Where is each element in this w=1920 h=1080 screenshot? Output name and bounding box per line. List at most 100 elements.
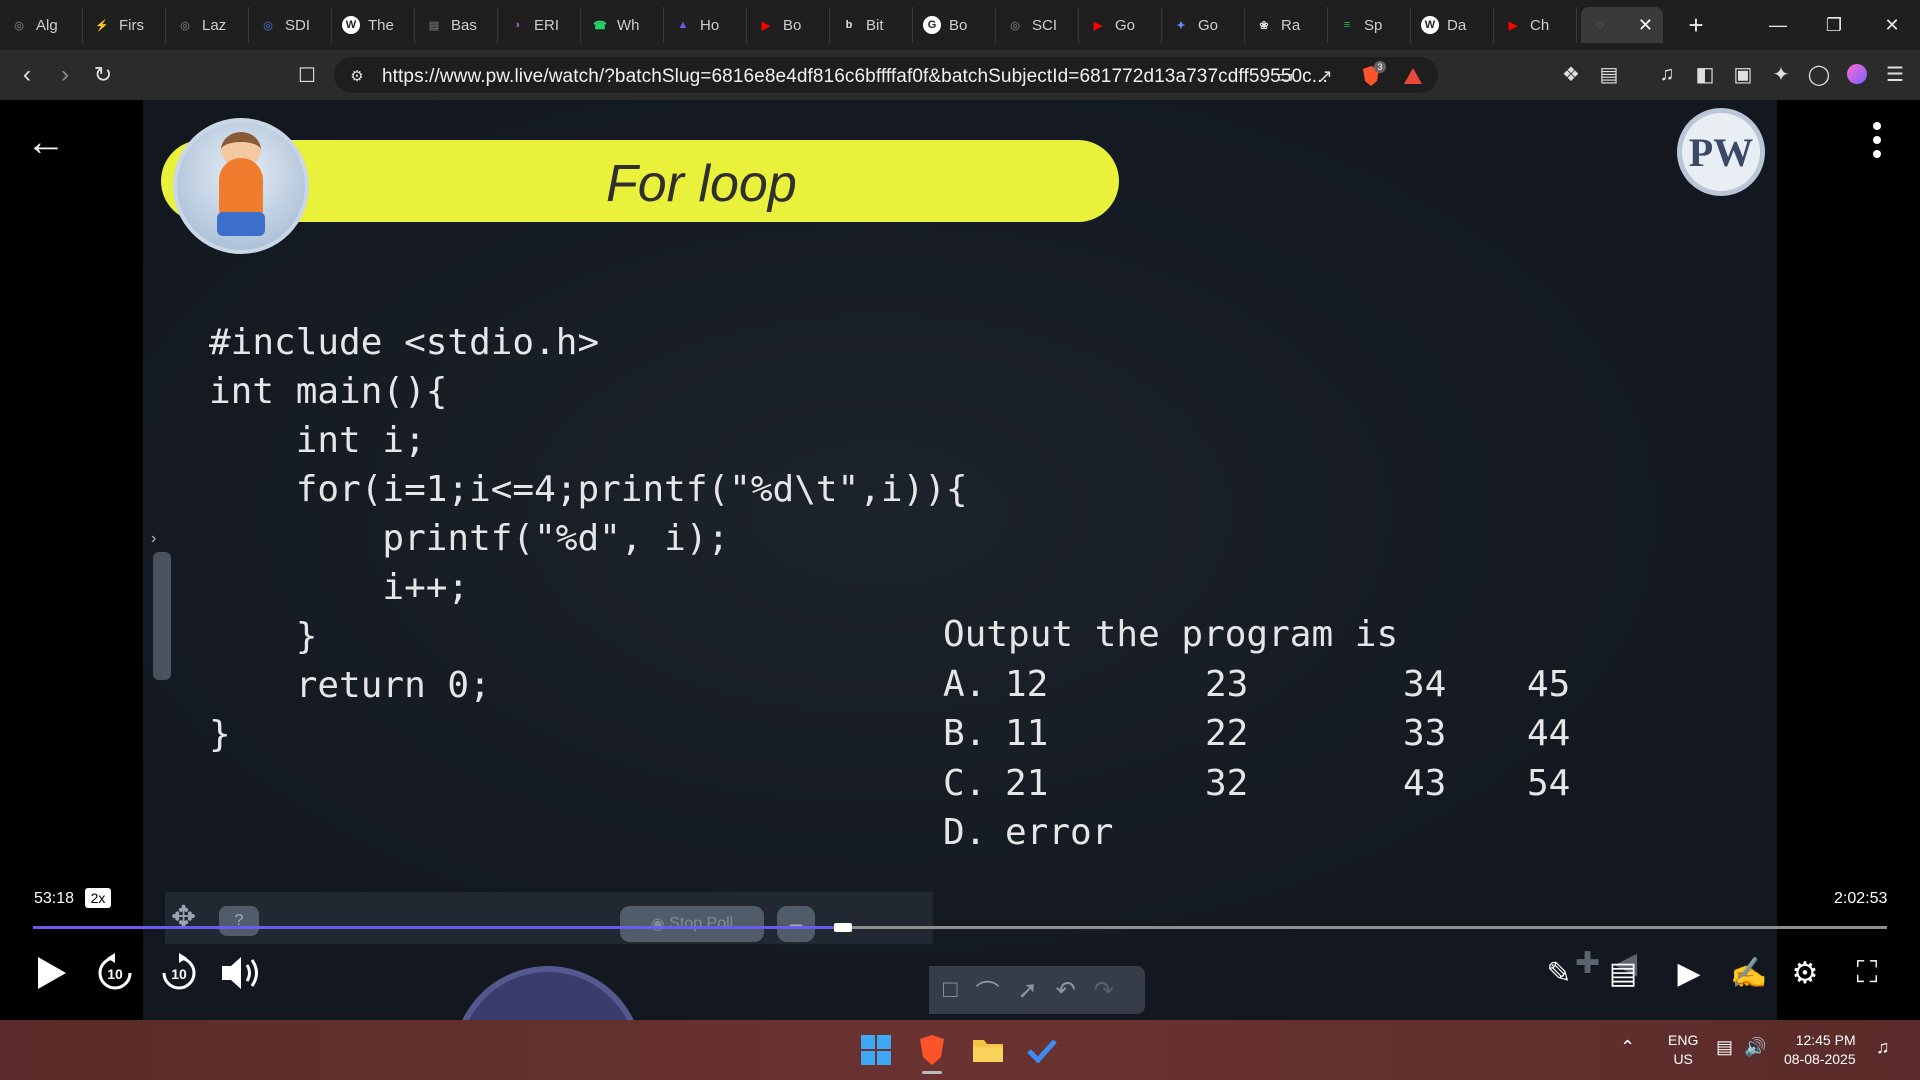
video-player[interactable]: For loop PW #include <stdio.h> int main()… xyxy=(0,100,1920,1020)
gemini-icon: ✦ xyxy=(1176,19,1186,32)
total-time: 2:02:53 xyxy=(1834,890,1888,907)
browser-tab[interactable]: ▶ Bo xyxy=(747,7,830,43)
option-label: C. xyxy=(943,762,987,804)
option-value: 45 xyxy=(1527,663,1571,705)
brave-browser-icon[interactable] xyxy=(914,1032,950,1068)
back-button[interactable]: ‹ xyxy=(12,60,42,90)
progress-bar[interactable] xyxy=(33,923,1887,932)
file-explorer-icon[interactable] xyxy=(970,1032,1006,1068)
slides-icon[interactable]: ▶ xyxy=(1668,952,1710,994)
browser-tab[interactable]: ▤ Bas xyxy=(415,7,498,43)
extensions-icon[interactable]: ❖ xyxy=(1558,61,1584,87)
browser-tab[interactable]: ☎ Wh xyxy=(581,7,664,43)
menu-icon[interactable]: ☰ xyxy=(1882,61,1908,87)
browser-tab[interactable]: ≡ Sp xyxy=(1328,7,1411,43)
language-indicator[interactable]: ENG US xyxy=(1668,1031,1698,1069)
volume-icon[interactable] xyxy=(218,950,264,996)
tab-label: The xyxy=(368,16,394,34)
site-info-icon[interactable]: ⚙ xyxy=(346,65,368,87)
bookmark-icon[interactable]: ☐ xyxy=(292,60,322,90)
notification-bell-icon[interactable]: ♫ xyxy=(1876,1038,1890,1057)
browser-tab[interactable]: ◎ Laz xyxy=(166,7,249,43)
sidebar-icon[interactable]: ◧ xyxy=(1692,61,1718,87)
tab-label: Bo xyxy=(783,16,802,34)
code-block: #include <stdio.h> int main(){ int i; for… xyxy=(209,318,968,759)
progress-fill xyxy=(33,926,838,929)
forward-10-button[interactable]: 10 xyxy=(156,950,202,996)
option-value: 11 xyxy=(1005,713,1049,754)
browser-tab[interactable]: G Bo xyxy=(913,7,996,43)
option-label: D. xyxy=(943,812,987,853)
close-window-button[interactable]: ✕ xyxy=(1864,0,1920,50)
tab-label: Alg xyxy=(36,16,58,34)
network-icon[interactable]: ▤ xyxy=(1716,1038,1733,1057)
todo-app-icon[interactable] xyxy=(1024,1032,1060,1068)
translate-icon[interactable]: ▤ xyxy=(1602,952,1644,994)
settings-gear-icon[interactable]: ⚙ xyxy=(1784,952,1826,994)
share-icon[interactable]: ↗ xyxy=(1314,65,1336,87)
new-tab-button[interactable]: + xyxy=(1681,10,1711,41)
square-icon: □ xyxy=(943,976,958,1003)
navigation-bar: ‹ › ↻ ☐ ⚙ https://www.pw.live/watch/?bat… xyxy=(0,50,1920,100)
restore-button[interactable]: ❐ xyxy=(1806,0,1862,50)
windows-start-icon[interactable] xyxy=(858,1032,894,1068)
wallet-icon[interactable]: ▣ xyxy=(1730,61,1756,87)
tray-overflow-icon[interactable]: ⌃ xyxy=(1620,1038,1635,1057)
browser-tab[interactable]: b Bit xyxy=(830,7,913,43)
answer-option: B. 11 22 33 44 xyxy=(943,709,1570,759)
browser-tab[interactable]: ◎ SCI xyxy=(996,7,1079,43)
playback-speed-badge[interactable]: 2x xyxy=(85,888,111,908)
tab-label: Laz xyxy=(202,16,227,34)
reload-button[interactable]: ↻ xyxy=(88,60,118,90)
progress-thumb[interactable] xyxy=(833,923,852,932)
rewind-10-button[interactable]: 10 xyxy=(92,950,138,996)
back-arrow-icon[interactable]: ← xyxy=(26,120,66,165)
active-tab[interactable]: ◌ ✕ xyxy=(1581,7,1663,43)
cast-icon[interactable]: ▭ xyxy=(1274,65,1296,87)
browser-tab[interactable]: ◑ ERI xyxy=(498,7,581,43)
option-value: 43 xyxy=(1403,762,1447,804)
openai-icon: ❀ xyxy=(1259,19,1269,32)
profile-icon[interactable] xyxy=(1844,61,1870,87)
teacher-toolbar xyxy=(165,892,933,944)
side-panel-handle[interactable] xyxy=(153,552,171,680)
browser-tab[interactable]: W The xyxy=(332,7,415,43)
browser-tab[interactable]: ⚡ Firs xyxy=(83,7,166,43)
bookmark-icon: ▲ xyxy=(677,19,689,31)
leo-ai-icon[interactable]: ✦ xyxy=(1768,61,1794,87)
browser-tab[interactable]: ▶ Go xyxy=(1079,7,1162,43)
browser-tab[interactable]: ❀ Ra xyxy=(1245,7,1328,43)
browser-tab[interactable]: ◎ SDI xyxy=(249,7,332,43)
browser-tab[interactable]: ✦ Go xyxy=(1162,7,1245,43)
spotify-icon: ≡ xyxy=(1343,19,1351,31)
speaker-icon[interactable]: 🔊 xyxy=(1744,1038,1766,1057)
play-button[interactable] xyxy=(28,950,74,996)
browser-tab[interactable]: ▶ Ch xyxy=(1494,7,1577,43)
loading-icon: ◌ xyxy=(1596,19,1604,31)
lecture-slide: For loop PW #include <stdio.h> int main()… xyxy=(143,100,1777,1020)
active-app-indicator xyxy=(922,1071,942,1074)
close-tab-icon[interactable]: ✕ xyxy=(1638,15,1653,36)
chat-icon[interactable]: ✎ xyxy=(1538,952,1580,994)
option-value: 33 xyxy=(1403,713,1447,754)
notes-icon[interactable]: ✍ xyxy=(1728,952,1770,994)
browser-tab[interactable]: W Da xyxy=(1411,7,1494,43)
mascot-image xyxy=(173,118,309,254)
brave-rewards-icon[interactable] xyxy=(1402,65,1424,87)
more-options-icon[interactable] xyxy=(1872,122,1882,158)
minimize-button[interactable]: — xyxy=(1750,0,1806,50)
chevron-right-icon[interactable]: › xyxy=(151,530,156,548)
browser-tab[interactable]: ▲ Ho xyxy=(664,7,747,43)
reader-icon[interactable]: ▤ xyxy=(1596,61,1622,87)
google-icon: G xyxy=(923,16,941,34)
globe-icon: ◎ xyxy=(1010,19,1020,32)
address-bar[interactable]: ⚙ https://www.pw.live/watch/?batchSlug=6… xyxy=(334,57,1438,93)
clock[interactable]: 12:45 PM 08-08-2025 xyxy=(1784,1031,1856,1069)
slide-title: For loop xyxy=(606,155,797,213)
fullscreen-icon[interactable]: ⛶ xyxy=(1846,952,1888,994)
media-icon[interactable]: ♫ xyxy=(1654,61,1680,87)
vpn-icon[interactable]: ◯ xyxy=(1806,61,1832,87)
browser-tab[interactable]: ◎ Alg xyxy=(0,7,83,43)
forward-button[interactable]: › xyxy=(50,60,80,90)
option-value: 23 xyxy=(1205,663,1249,705)
